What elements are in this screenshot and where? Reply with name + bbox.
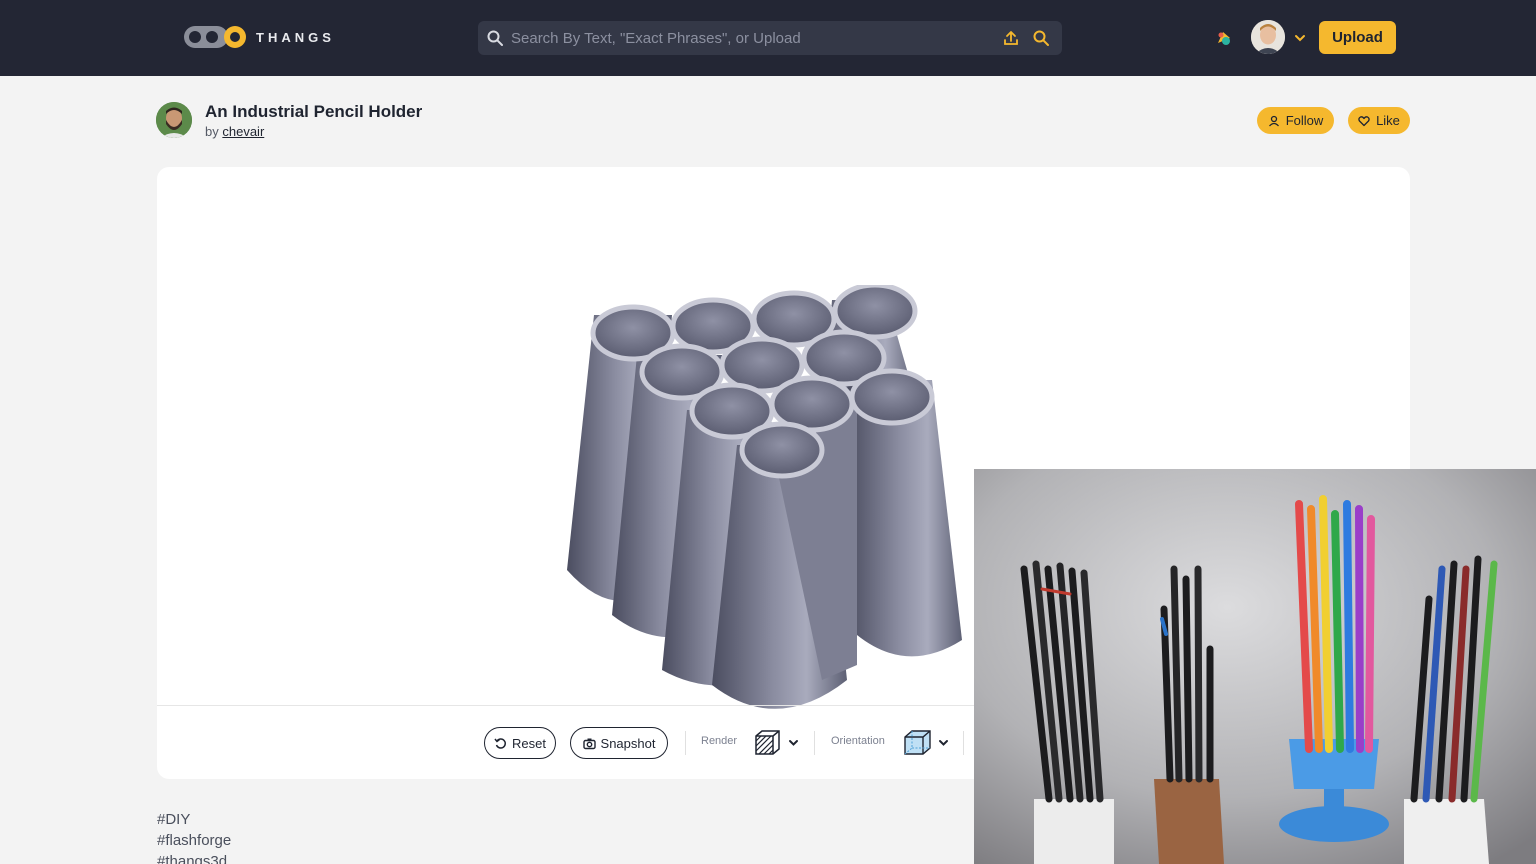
render-label: Render [701,735,738,747]
logo-mark [184,26,228,48]
top-navbar: THANGS Upload [0,0,1536,76]
pencil-holder-photo [974,469,1536,864]
author-link[interactable]: chevair [222,124,264,139]
notification-icon[interactable] [1215,29,1233,47]
user-icon [1268,115,1279,126]
render-chevron-down-icon[interactable] [788,737,799,748]
heart-icon [1358,115,1370,126]
like-label: Like [1376,113,1400,128]
pencil-holder-3d-model[interactable] [557,285,977,725]
thangs-logo[interactable]: THANGS [184,26,335,48]
author-byline: by chevair [205,124,264,139]
search-input[interactable] [503,21,1002,55]
orientation-chevron-down-icon[interactable] [938,737,949,748]
tag-link[interactable]: #flashforge [157,830,231,851]
reset-icon [494,737,506,749]
orientation-label: Orientation [831,735,885,747]
tag-list: #DIY #flashforge #thangs3d [157,809,231,864]
tag-link[interactable]: #thangs3d [157,851,231,864]
follow-label: Follow [1285,113,1324,128]
chevron-down-icon[interactable] [1294,32,1306,44]
snapshot-button[interactable]: Snapshot [570,727,668,759]
render-mode-icon[interactable] [754,729,781,756]
reset-button[interactable]: Reset [484,727,556,759]
camera-icon [582,738,596,749]
snapshot-label: Snapshot [600,735,656,751]
logo-text: THANGS [256,29,335,45]
toolbar-separator [814,731,815,755]
upload-icon[interactable] [1002,29,1020,47]
image-search-icon[interactable] [1032,29,1050,47]
user-avatar[interactable] [1251,20,1285,54]
page-title: An Industrial Pencil Holder [205,102,423,121]
follow-button[interactable]: Follow [1257,107,1334,134]
search-icon [487,30,503,46]
author-avatar[interactable] [156,102,192,138]
tag-link[interactable]: #DIY [157,809,231,830]
upload-button[interactable]: Upload [1319,21,1396,54]
search-bar [478,21,1062,55]
logo-ring [224,26,246,48]
orientation-cube-icon[interactable] [903,729,932,756]
reset-label: Reset [512,735,546,751]
like-button[interactable]: Like [1348,107,1410,134]
toolbar-separator [963,731,964,755]
by-prefix: by [205,124,219,139]
toolbar-separator [685,731,686,755]
